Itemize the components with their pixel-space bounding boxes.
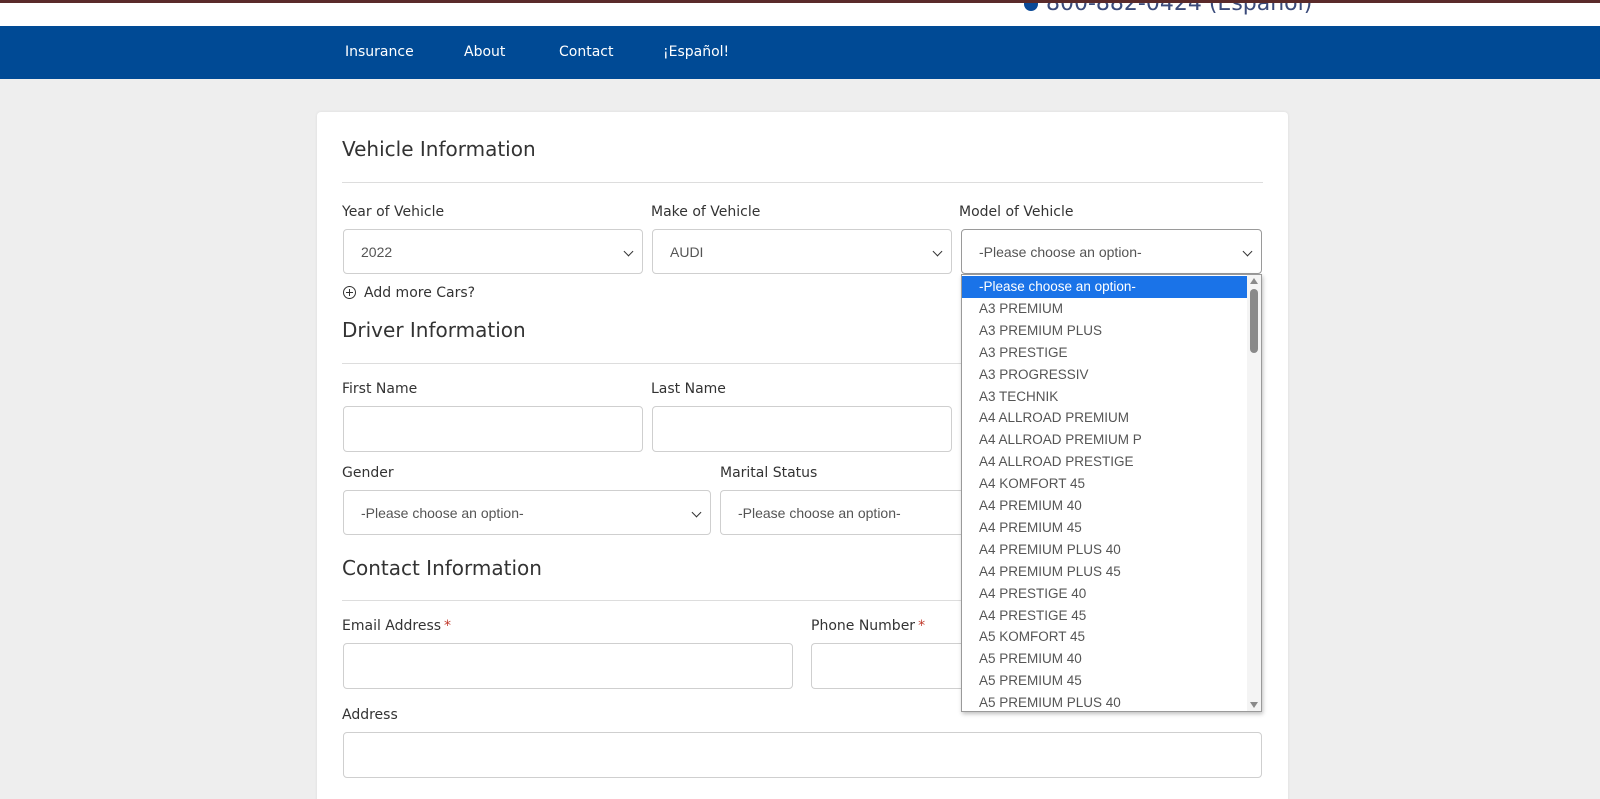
first-name-label: First Name xyxy=(342,381,418,397)
contact-divider xyxy=(342,600,962,601)
address-input[interactable] xyxy=(343,732,1262,778)
model-option[interactable]: A3 PREMIUM xyxy=(962,298,1248,320)
email-label: Email Address * xyxy=(342,618,451,634)
scroll-up-arrow-icon[interactable] xyxy=(1250,278,1258,284)
model-option[interactable]: A4 PREMIUM 40 xyxy=(962,495,1248,517)
nav-insurance[interactable]: Insurance xyxy=(345,44,414,60)
phone-number[interactable]: 800-882-0424 (Español) xyxy=(1024,0,1313,16)
email-input[interactable] xyxy=(343,643,793,689)
dropdown-scrollbar[interactable] xyxy=(1247,275,1261,711)
make-select-value: AUDI xyxy=(670,244,704,260)
gender-select[interactable]: -Please choose an option- xyxy=(343,490,711,535)
phone-label: Phone Number * xyxy=(811,618,925,634)
required-marker: * xyxy=(918,618,926,634)
chevron-down-icon xyxy=(932,246,943,257)
plus-circle-icon xyxy=(343,286,356,299)
last-name-label: Last Name xyxy=(651,381,726,397)
model-option[interactable]: A4 PREMIUM PLUS 45 xyxy=(962,561,1248,583)
phone-label-text: Phone Number xyxy=(811,618,916,634)
phone-input[interactable] xyxy=(811,643,971,689)
model-option[interactable]: A3 TECHNIK xyxy=(962,386,1248,408)
marital-status-label: Marital Status xyxy=(720,465,818,481)
phone-icon xyxy=(1024,3,1038,11)
model-select[interactable]: -Please choose an option- xyxy=(961,229,1262,274)
main-nav: Insurance About Contact ¡Español! xyxy=(0,26,1600,79)
marital-status-select[interactable]: -Please choose an option- xyxy=(720,490,970,535)
model-dropdown-list[interactable]: -Please choose an option- A3 PREMIUM A3 PR… xyxy=(961,274,1262,712)
scroll-down-arrow-icon[interactable] xyxy=(1250,702,1258,708)
model-option[interactable]: A4 PRESTIGE 40 xyxy=(962,583,1248,605)
vehicle-section-title: Vehicle Information xyxy=(342,137,536,161)
year-label: Year of Vehicle xyxy=(342,204,445,220)
model-option[interactable]: A3 PROGRESSIV xyxy=(962,364,1248,386)
chevron-down-icon xyxy=(1242,246,1253,257)
model-option[interactable]: A3 PRESTIGE xyxy=(962,342,1248,364)
chevron-down-icon xyxy=(691,507,702,518)
model-option[interactable]: A4 PREMIUM PLUS 40 xyxy=(962,539,1248,561)
model-option[interactable]: A3 PREMIUM PLUS xyxy=(962,320,1248,342)
phone-text: 800-882-0424 (Español) xyxy=(1046,0,1313,16)
model-option[interactable]: A4 PREMIUM 45 xyxy=(962,517,1248,539)
model-option[interactable]: A5 PREMIUM 40 xyxy=(962,648,1248,670)
model-option[interactable]: A5 KOMFORT 45 xyxy=(962,626,1248,648)
driver-divider xyxy=(342,363,962,364)
model-option[interactable]: A4 ALLROAD PREMIUM P xyxy=(962,429,1248,451)
marital-select-value: -Please choose an option- xyxy=(738,505,901,521)
model-option[interactable]: A4 PRESTIGE 45 xyxy=(962,605,1248,627)
model-label: Model of Vehicle xyxy=(959,204,1074,220)
make-select[interactable]: AUDI xyxy=(652,229,952,274)
chevron-down-icon xyxy=(623,246,634,257)
required-marker: * xyxy=(444,618,452,634)
top-bar: 800-882-0424 (Español) xyxy=(0,0,1600,26)
model-option[interactable]: A4 ALLROAD PREMIUM xyxy=(962,407,1248,429)
driver-section-title: Driver Information xyxy=(342,318,526,342)
make-label: Make of Vehicle xyxy=(651,204,761,220)
nav-espanol[interactable]: ¡Español! xyxy=(663,44,729,60)
first-name-input[interactable] xyxy=(343,406,643,452)
nav-about[interactable]: About xyxy=(464,44,505,60)
model-option[interactable]: -Please choose an option- xyxy=(962,276,1248,298)
last-name-input[interactable] xyxy=(652,406,952,452)
model-select-value: -Please choose an option- xyxy=(979,244,1142,260)
model-option[interactable]: A4 ALLROAD PRESTIGE xyxy=(962,451,1248,473)
scroll-thumb[interactable] xyxy=(1250,289,1258,353)
vehicle-divider xyxy=(342,182,1263,183)
add-more-cars-link[interactable]: Add more Cars? xyxy=(343,285,475,301)
model-option[interactable]: A5 PREMIUM 45 xyxy=(962,670,1248,692)
model-option[interactable]: A4 KOMFORT 45 xyxy=(962,473,1248,495)
model-option[interactable]: A5 PREMIUM PLUS 40 xyxy=(962,692,1248,711)
gender-label: Gender xyxy=(342,465,394,481)
nav-contact[interactable]: Contact xyxy=(559,44,613,60)
email-label-text: Email Address xyxy=(342,618,442,634)
year-select-value: 2022 xyxy=(361,244,393,260)
year-select[interactable]: 2022 xyxy=(343,229,643,274)
address-label: Address xyxy=(342,707,398,723)
gender-select-value: -Please choose an option- xyxy=(361,505,524,521)
contact-section-title: Contact Information xyxy=(342,556,542,580)
add-more-cars-label: Add more Cars? xyxy=(364,285,476,301)
